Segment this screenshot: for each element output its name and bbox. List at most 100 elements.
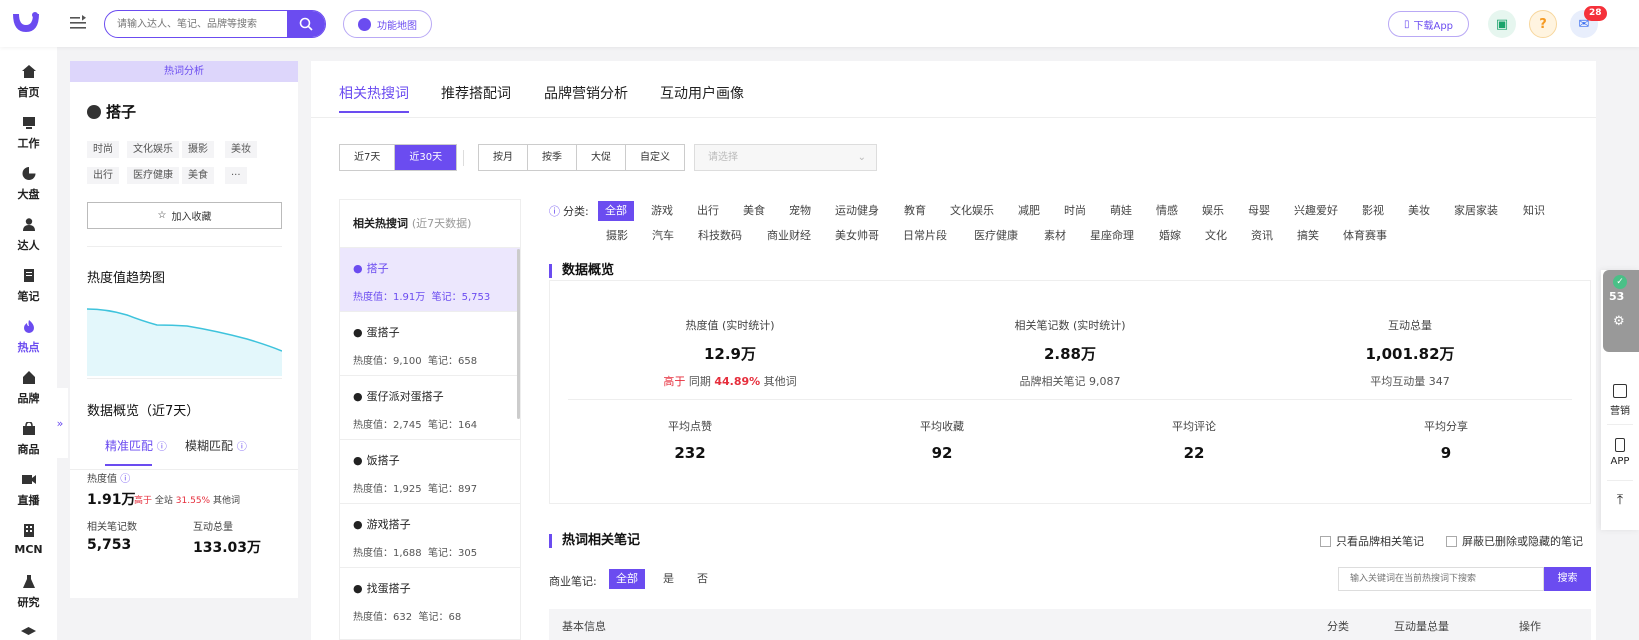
- expand-panel-button[interactable]: »: [52, 388, 68, 458]
- list-item[interactable]: ● 游戏搭子 热度值：1,688 笔记：305: [340, 504, 520, 568]
- tab-brand-marketing[interactable]: 品牌营销分析: [544, 83, 628, 103]
- hide-deleted-checkbox[interactable]: 屏蔽已删除或隐藏的笔记: [1446, 533, 1583, 549]
- briefcase-button[interactable]: ▣: [1488, 10, 1516, 38]
- logo-icon[interactable]: [11, 10, 41, 34]
- list-item[interactable]: ● 饭搭子 热度值：1,925 笔记：897: [340, 440, 520, 504]
- category-item[interactable]: 全部: [598, 201, 634, 221]
- tab-recommended-pairs[interactable]: 推荐搭配词: [441, 83, 511, 103]
- list-item[interactable]: ● 找蛋搭子 热度值：632 笔记：68: [340, 568, 520, 632]
- tab-exact-match[interactable]: 精准匹配 ⓘ: [105, 437, 167, 454]
- category-item[interactable]: 日常片段: [903, 226, 947, 246]
- category-item[interactable]: 运动健身: [835, 201, 879, 221]
- period-custom[interactable]: 自定义: [626, 145, 684, 170]
- add-favorite-label: 加入收藏: [171, 212, 212, 223]
- range-7d[interactable]: 近7天: [340, 145, 396, 170]
- add-favorite-button[interactable]: ☆ 加入收藏: [87, 202, 282, 229]
- biz-option-no[interactable]: 否: [697, 569, 708, 589]
- trend-title: 热度值趋势图: [87, 271, 166, 286]
- note-search-input[interactable]: [1338, 567, 1544, 591]
- category-item[interactable]: 家居家装: [1454, 201, 1498, 221]
- category-item[interactable]: 美妆: [1408, 201, 1430, 221]
- category-item[interactable]: 星座命理: [1090, 226, 1134, 246]
- nav-item-live[interactable]: 直播: [0, 473, 57, 508]
- category-item[interactable]: 素材: [1044, 226, 1066, 246]
- list-item[interactable]: ● 蛋搭子 热度值：9,100 笔记：658: [340, 312, 520, 376]
- category-item[interactable]: 科技数码: [698, 226, 742, 246]
- category-item[interactable]: 萌娃: [1110, 201, 1132, 221]
- heat-value: 1.91万: [87, 492, 136, 508]
- nav-item-hotspot[interactable]: 热点: [0, 320, 57, 355]
- back-to-top-button[interactable]: ⤒: [1601, 492, 1639, 508]
- column-header[interactable]: 互动量总量: [1394, 618, 1449, 634]
- period-select[interactable]: 请选择 ⌄: [694, 144, 877, 171]
- download-app-button[interactable]: ▯ 下载App: [1388, 11, 1469, 37]
- period-quarter[interactable]: 按季: [528, 145, 577, 170]
- menu-toggle-icon[interactable]: [69, 14, 87, 32]
- list-item[interactable]: ● 搭子 热度值：1.91万 笔记：5,753: [340, 248, 520, 312]
- nav-item-talent[interactable]: 达人: [0, 218, 57, 253]
- tab-user-profile[interactable]: 互动用户画像: [660, 83, 744, 103]
- pie-chart-icon: [22, 167, 35, 180]
- divider: [463, 150, 464, 166]
- category-item[interactable]: 娱乐: [1202, 201, 1224, 221]
- nav-item-dashboard[interactable]: 大盘: [0, 167, 57, 202]
- nav-item-goods[interactable]: 商品: [0, 421, 57, 457]
- keyword-list-scrollbar[interactable]: [517, 249, 520, 419]
- category-item[interactable]: 出行: [697, 201, 719, 221]
- category-item[interactable]: 影视: [1362, 201, 1384, 221]
- category-item[interactable]: 文化娱乐: [950, 201, 994, 221]
- tab-related-keywords[interactable]: 相关热搜词: [339, 83, 409, 113]
- category-item[interactable]: 体育赛事: [1343, 226, 1387, 246]
- note-search-button[interactable]: 搜索: [1544, 567, 1591, 591]
- category-item[interactable]: 医疗健康: [974, 226, 1018, 246]
- category-item[interactable]: 母婴: [1248, 201, 1270, 221]
- category-item[interactable]: 汽车: [652, 226, 674, 246]
- category-item[interactable]: 婚嫁: [1159, 226, 1181, 246]
- overview-interact: 互动总量 1,001.82万 平均互动量 347: [1365, 319, 1455, 388]
- category-item[interactable]: 商业财经: [767, 226, 811, 246]
- nav-item-research[interactable]: 研究: [0, 575, 57, 610]
- tab-fuzzy-match[interactable]: 模糊匹配 ⓘ: [185, 437, 247, 454]
- nav-item-mcn[interactable]: MCN: [0, 524, 57, 556]
- category-item[interactable]: 搞笑: [1297, 226, 1319, 246]
- category-item[interactable]: 美食: [743, 201, 765, 221]
- search-button[interactable]: [287, 11, 325, 37]
- category-item[interactable]: 情感: [1156, 201, 1178, 221]
- category-item[interactable]: 教育: [904, 201, 926, 221]
- biz-notes-label: 商业笔记:: [549, 575, 597, 588]
- biz-option-yes[interactable]: 是: [663, 569, 674, 589]
- period-month[interactable]: 按月: [479, 145, 528, 170]
- fire-drop-icon: ●: [353, 453, 363, 467]
- global-search-input[interactable]: [105, 11, 287, 37]
- list-item[interactable]: ● 蛋仔派对蛋搭子 热度值：2,745 笔记：164: [340, 376, 520, 440]
- nav-item-work[interactable]: 工作: [0, 116, 57, 151]
- category-item[interactable]: 文化: [1205, 226, 1227, 246]
- brand-only-checkbox[interactable]: 只看品牌相关笔记: [1320, 533, 1424, 549]
- nav-item-notes[interactable]: 笔记: [0, 269, 57, 304]
- category-item[interactable]: 知识: [1523, 201, 1545, 221]
- app-button[interactable]: APP: [1601, 438, 1639, 467]
- marketing-button[interactable]: 营销: [1601, 384, 1639, 417]
- category-item[interactable]: 兴趣爱好: [1294, 201, 1338, 221]
- period-promo[interactable]: 大促: [577, 145, 626, 170]
- biz-option-all[interactable]: 全部: [609, 569, 645, 589]
- graduation-icon[interactable]: [21, 627, 36, 637]
- performance-widget[interactable]: ✓ 53 ⚙: [1603, 270, 1639, 352]
- category-item[interactable]: 宠物: [789, 201, 811, 221]
- category-item[interactable]: 资讯: [1251, 226, 1273, 246]
- range-30d[interactable]: 近30天: [395, 145, 457, 170]
- category-item[interactable]: 减肥: [1018, 201, 1040, 221]
- category-item[interactable]: 摄影: [606, 226, 628, 246]
- more-tags-button[interactable]: ···: [225, 167, 247, 184]
- nav-item-home[interactable]: 首页: [0, 65, 57, 100]
- category-item[interactable]: 美女帅哥: [835, 226, 879, 246]
- help-button[interactable]: ?: [1529, 10, 1557, 38]
- category-item[interactable]: 时尚: [1064, 201, 1086, 221]
- overview-notes: 相关笔记数 (实时统计) 2.88万 品牌相关笔记 9,087: [1014, 319, 1126, 388]
- function-map-button[interactable]: 功能地图: [343, 10, 432, 38]
- divider: [1607, 480, 1633, 481]
- nav-item-brand[interactable]: 品牌: [0, 371, 57, 406]
- gear-icon: ⚙: [1613, 314, 1625, 329]
- category-item[interactable]: 游戏: [651, 201, 673, 221]
- message-button[interactable]: ✉ 28: [1570, 6, 1607, 38]
